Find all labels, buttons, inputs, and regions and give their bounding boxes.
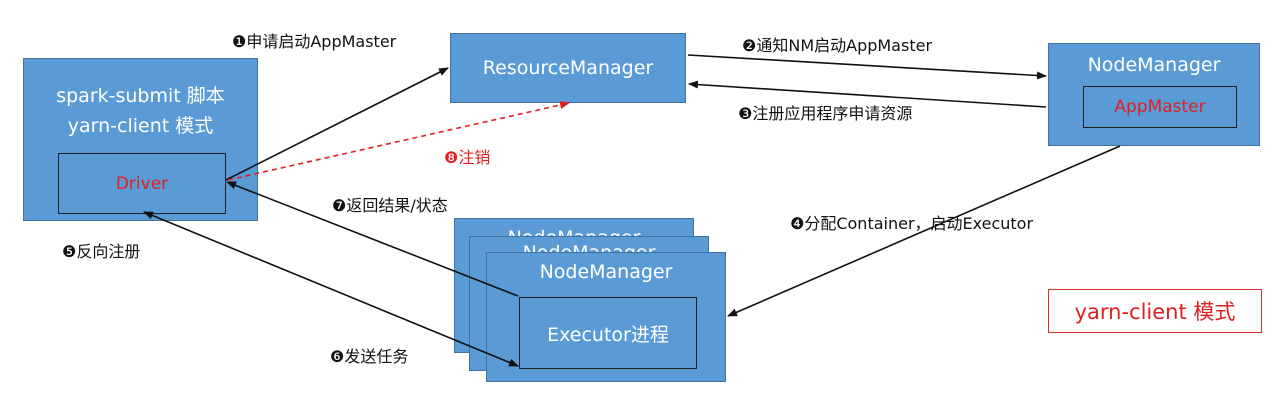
step7-label: ❼返回结果/状态 [332,192,448,216]
step1-label: ❶申请启动AppMaster [232,28,396,52]
executor-box: Executor进程 [519,297,697,369]
node-manager-stack-front-label: NodeManager [539,261,673,283]
step5-text: 反向注册 [76,242,141,261]
step4-text: 分配Container，启动Executor [804,214,1034,233]
step7-text: 返回结果/状态 [346,196,448,215]
step2-text: 通知NM启动AppMaster [756,36,933,55]
client-box: spark-submit 脚本 yarn-client 模式 Driver [23,58,258,221]
step5-number: ❺ [62,242,77,261]
app-master-box: AppMaster [1083,86,1237,128]
mode-label: yarn-client 模式 [1048,289,1262,333]
step6-label: ❻发送任务 [330,343,408,367]
step1-number: ❶ [232,32,247,51]
step5-label: ❺反向注册 [62,238,140,262]
driver-box: Driver [58,153,226,214]
client-title-line2: yarn-client 模式 [67,115,214,137]
driver-label: Driver [115,173,169,194]
step3-label: ❸注册应用程序申请资源 [738,100,912,124]
resource-manager-box: ResourceManager [450,33,686,103]
step6-text: 发送任务 [344,347,409,366]
node-manager-stack-front: NodeManager Executor进程 [486,252,726,382]
step4-number: ❹ [790,214,805,233]
executor-label: Executor进程 [547,323,669,346]
node-manager-top-label: NodeManager [1087,54,1221,76]
arrow-step1 [225,67,449,181]
step4-label: ❹分配Container，启动Executor [790,210,1033,234]
step8-text: 注销 [458,148,491,167]
step2-label: ❷通知NM启动AppMaster [742,32,932,56]
step2-number: ❷ [742,36,757,55]
step3-text: 注册应用程序申请资源 [752,104,913,123]
step3-number: ❸ [738,104,753,123]
resource-manager-label: ResourceManager [482,57,654,79]
step8-number: ❽ [444,148,459,167]
step8-label: ❽注销 [444,144,490,168]
step7-number: ❼ [332,196,347,215]
arrow-step2 [687,54,1047,80]
arrow-step8 [227,101,570,181]
node-manager-top-box: NodeManager AppMaster [1048,43,1260,146]
step6-number: ❻ [330,347,345,366]
step1-text: 申请启动AppMaster [246,32,397,51]
client-title-line1: spark-submit 脚本 [56,85,225,107]
app-master-label: AppMaster [1114,97,1206,117]
